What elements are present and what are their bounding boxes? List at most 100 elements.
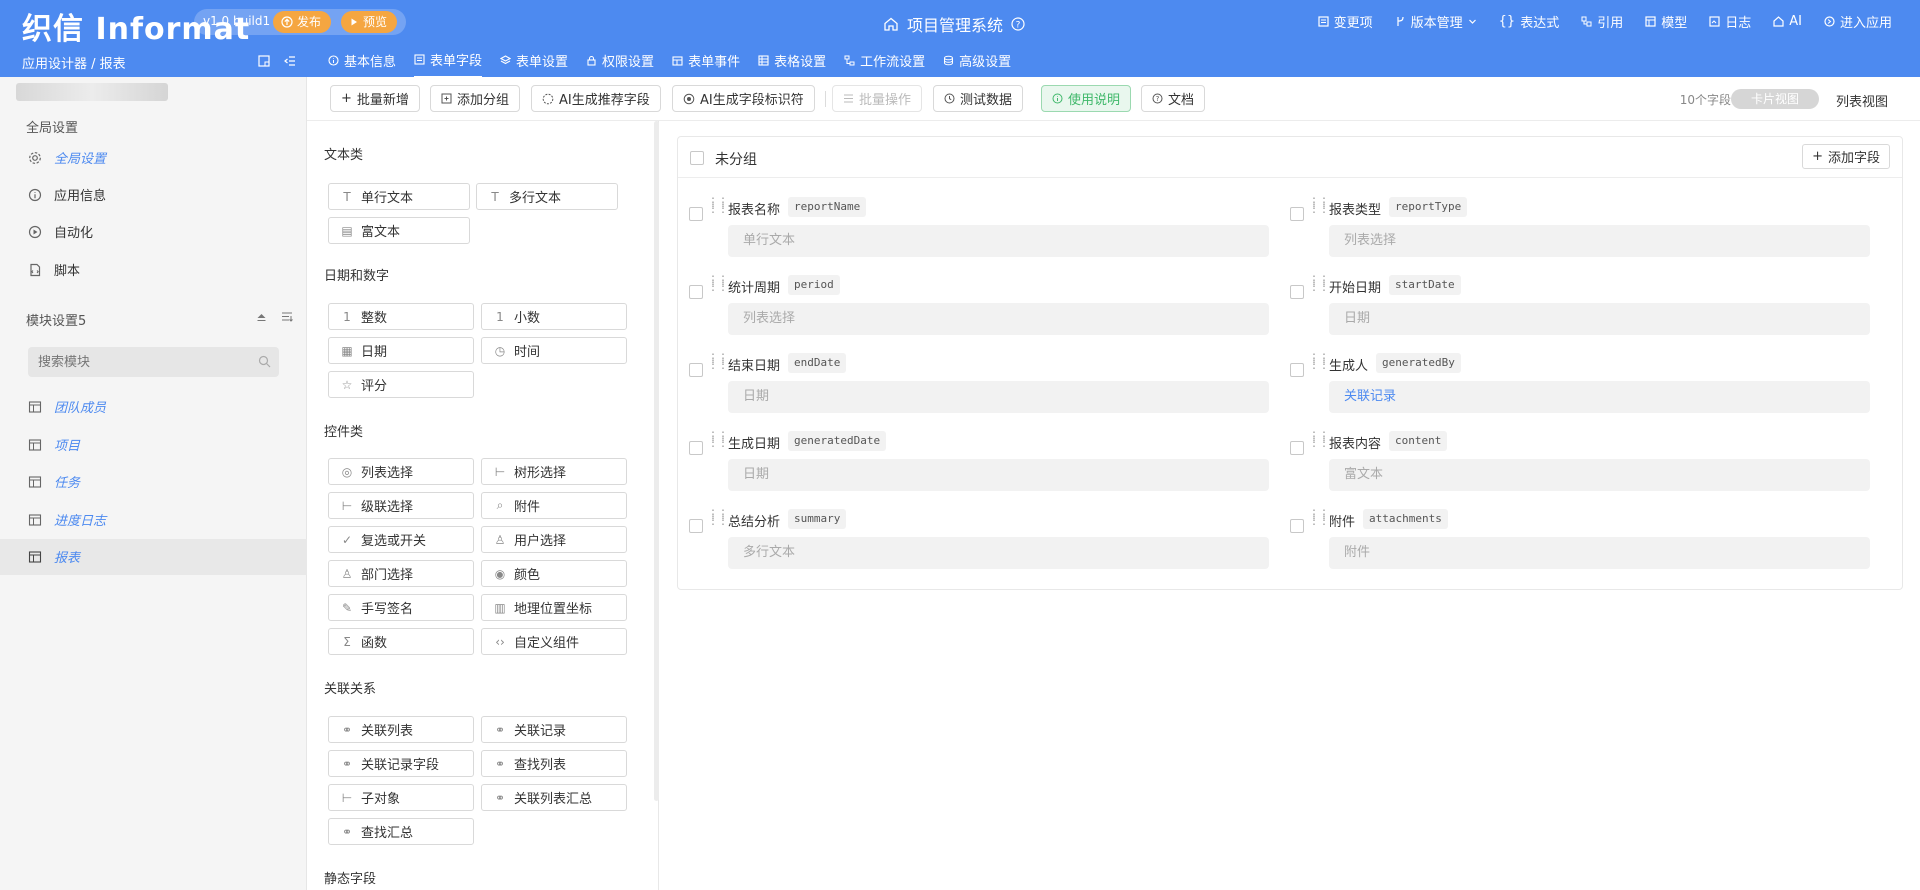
card-view-toggle[interactable]: 卡片视图 (1731, 89, 1819, 109)
field-select-checkbox[interactable] (689, 519, 703, 533)
drag-handle-icon[interactable]: ⋮⋮ ⋮⋮ (1308, 430, 1330, 448)
field-card[interactable]: ⋮⋮ ⋮⋮ 总结分析 summary 多行文本 (689, 495, 1269, 569)
field-card[interactable]: ⋮⋮ ⋮⋮ 生成日期 generatedDate 日期 (689, 417, 1269, 491)
field-type-preview[interactable]: 富文本 (1329, 459, 1870, 491)
batch-add-button[interactable]: + 批量新增 (330, 85, 420, 112)
drag-handle-icon[interactable]: ⋮⋮ ⋮⋮ (707, 352, 729, 370)
palette-item-function[interactable]: Σ 函数 (328, 628, 474, 655)
palette-item-time[interactable]: ◷ 时间 (481, 337, 627, 364)
top-action-ai[interactable]: AI (1773, 12, 1802, 31)
note-icon[interactable] (258, 55, 270, 67)
sidebar-item-automation[interactable]: 自动化 (28, 222, 93, 241)
sidebar-module-reports[interactable]: 报表 (28, 547, 80, 566)
tab-form-events[interactable]: 表单事件 (672, 50, 740, 78)
add-group-button[interactable]: 添加分组 (430, 85, 521, 112)
palette-item-lookup-summary[interactable]: ⚭ 查找汇总 (328, 818, 474, 845)
palette-item-color[interactable]: ◉ 颜色 (481, 560, 627, 587)
test-data-button[interactable]: 测试数据 (933, 85, 1024, 112)
drag-handle-icon[interactable]: ⋮⋮ ⋮⋮ (707, 274, 729, 292)
field-select-checkbox[interactable] (689, 285, 703, 299)
field-type-preview[interactable]: 列表选择 (1329, 225, 1870, 257)
top-action-model[interactable]: 模型 (1645, 12, 1687, 31)
field-card[interactable]: ⋮⋮ ⋮⋮ 报表内容 content 富文本 (1290, 417, 1870, 491)
field-type-preview[interactable]: 日期 (728, 381, 1269, 413)
drag-handle-icon[interactable]: ⋮⋮ ⋮⋮ (1308, 508, 1330, 526)
field-select-checkbox[interactable] (689, 207, 703, 221)
field-select-checkbox[interactable] (1290, 363, 1304, 377)
batch-operation-button[interactable]: 批量操作 (832, 85, 923, 112)
tab-advanced[interactable]: 高级设置 (943, 50, 1011, 78)
palette-item-related-list[interactable]: ⚭ 关联列表 (328, 716, 474, 743)
sidebar-item-script[interactable]: 脚本 (28, 260, 80, 279)
help-icon[interactable]: ? (1011, 17, 1025, 31)
palette-item-signature[interactable]: ✎ 手写签名 (328, 594, 474, 621)
field-type-preview[interactable]: 单行文本 (728, 225, 1269, 257)
field-card[interactable]: ⋮⋮ ⋮⋮ 统计周期 period 列表选择 (689, 261, 1269, 335)
tab-form-fields[interactable]: 表单字段 (414, 50, 483, 78)
palette-item-custom-component[interactable]: ‹› 自定义组件 (481, 628, 627, 655)
sidebar-item-global-settings[interactable]: 全局设置 (28, 148, 106, 167)
publish-button[interactable]: 发布 (273, 11, 332, 33)
field-select-checkbox[interactable] (689, 441, 703, 455)
palette-item-child-object[interactable]: ⊢ 子对象 (328, 784, 474, 811)
drag-handle-icon[interactable]: ⋮⋮ ⋮⋮ (707, 430, 729, 448)
drag-handle-icon[interactable]: ⋮⋮ ⋮⋮ (1308, 274, 1330, 292)
field-card[interactable]: ⋮⋮ ⋮⋮ 开始日期 startDate 日期 (1290, 261, 1870, 335)
tab-permissions[interactable]: 权限设置 (586, 50, 654, 78)
top-action-expression[interactable]: {} 表达式 (1499, 12, 1560, 31)
palette-item-department-select[interactable]: ♙ 部门选择 (328, 560, 474, 587)
top-action-log[interactable]: 日志 (1709, 12, 1751, 31)
palette-item-checkbox-switch[interactable]: ✓ 复选或开关 (328, 526, 474, 553)
palette-item-decimal[interactable]: 1 小数 (481, 303, 627, 330)
list-view-toggle[interactable]: 列表视图 (1836, 91, 1888, 110)
drag-handle-icon[interactable]: ⋮⋮ ⋮⋮ (1308, 196, 1330, 214)
drag-handle-icon[interactable]: ⋮⋮ ⋮⋮ (707, 196, 729, 214)
top-action-changes[interactable]: 变更项 (1318, 12, 1373, 31)
field-type-preview[interactable]: 关联记录 (1329, 381, 1870, 413)
top-action-enter-app[interactable]: 进入应用 (1824, 12, 1892, 31)
tab-form-settings[interactable]: 表单设置 (500, 50, 568, 78)
sort-list-icon[interactable] (281, 311, 293, 322)
drag-handle-icon[interactable]: ⋮⋮ ⋮⋮ (707, 508, 729, 526)
palette-item-location[interactable]: ▥ 地理位置坐标 (481, 594, 627, 621)
collapse-up-icon[interactable] (256, 311, 267, 322)
tab-workflow[interactable]: 工作流设置 (844, 50, 925, 78)
drag-handle-icon[interactable]: ⋮⋮ ⋮⋮ (1308, 352, 1330, 370)
field-card[interactable]: ⋮⋮ ⋮⋮ 报表名称 reportName 单行文本 (689, 183, 1269, 257)
ai-recommend-fields-button[interactable]: AI生成推荐字段 (531, 85, 661, 112)
palette-item-date[interactable]: ▦ 日期 (328, 337, 474, 364)
palette-item-related-list-summary[interactable]: ⚭ 关联列表汇总 (481, 784, 627, 811)
group-select-checkbox[interactable] (690, 151, 704, 165)
field-type-preview[interactable]: 日期 (1329, 303, 1870, 335)
module-search-input[interactable] (28, 347, 279, 377)
sidebar-module-team-members[interactable]: 团队成员 (28, 397, 106, 416)
palette-item-integer[interactable]: 1 整数 (328, 303, 474, 330)
top-action-version[interactable]: 版本管理 (1395, 12, 1477, 31)
field-card[interactable]: ⋮⋮ ⋮⋮ 结束日期 endDate 日期 (689, 339, 1269, 413)
preview-button[interactable]: 预览 (341, 11, 398, 33)
sidebar-item-app-info[interactable]: 应用信息 (28, 185, 106, 204)
palette-item-cascade-select[interactable]: ⊢ 级联选择 (328, 492, 474, 519)
field-select-checkbox[interactable] (1290, 519, 1304, 533)
field-card[interactable]: ⋮⋮ ⋮⋮ 生成人 generatedBy 关联记录 (1290, 339, 1870, 413)
usage-guide-button[interactable]: 使用说明 (1041, 85, 1132, 112)
sidebar-module-tasks[interactable]: 任务 (28, 472, 80, 491)
palette-item-lookup-list[interactable]: ⚭ 查找列表 (481, 750, 627, 777)
add-field-button[interactable]: + 添加字段 (1802, 144, 1890, 169)
palette-item-single-line-text[interactable]: T 单行文本 (328, 183, 470, 210)
tab-table-settings[interactable]: 表格设置 (758, 50, 826, 78)
palette-item-multi-line-text[interactable]: T 多行文本 (476, 183, 618, 210)
palette-item-user-select[interactable]: ♙ 用户选择 (481, 526, 627, 553)
field-select-checkbox[interactable] (689, 363, 703, 377)
palette-item-rating[interactable]: ☆ 评分 (328, 371, 474, 398)
field-type-preview[interactable]: 列表选择 (728, 303, 1269, 335)
field-type-preview[interactable]: 多行文本 (728, 537, 1269, 569)
sidebar-module-projects[interactable]: 项目 (28, 435, 80, 454)
field-select-checkbox[interactable] (1290, 441, 1304, 455)
palette-item-tree-select[interactable]: ⊢ 树形选择 (481, 458, 627, 485)
collapse-icon[interactable] (284, 55, 296, 67)
field-card[interactable]: ⋮⋮ ⋮⋮ 报表类型 reportType 列表选择 (1290, 183, 1870, 257)
field-type-preview[interactable]: 日期 (728, 459, 1269, 491)
top-action-reference[interactable]: 引用 (1581, 12, 1623, 31)
palette-item-list-select[interactable]: ◎ 列表选择 (328, 458, 474, 485)
